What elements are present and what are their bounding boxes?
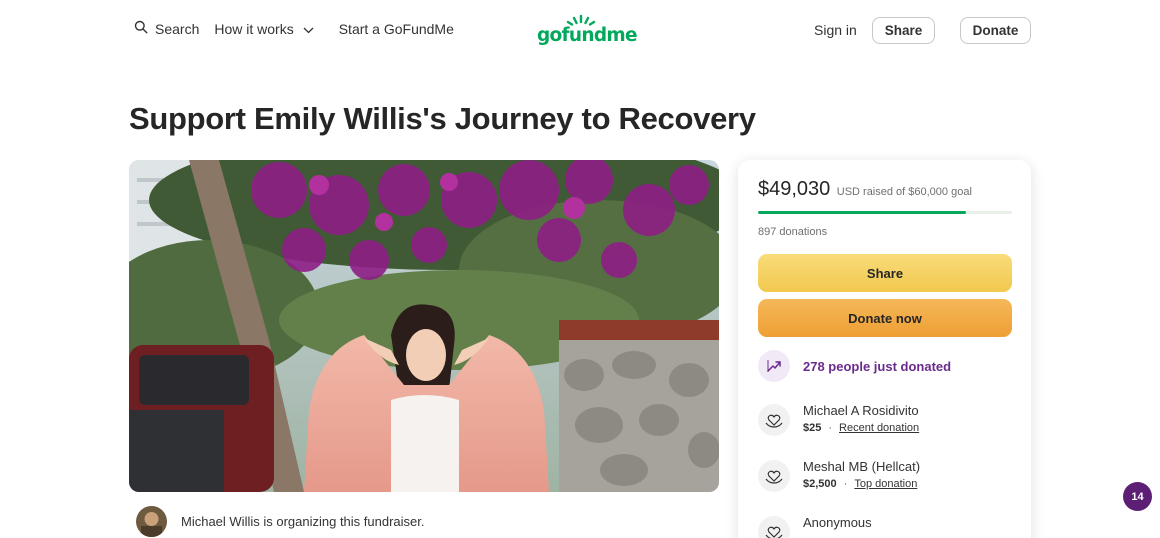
- search-label: Search: [155, 20, 200, 37]
- campaign-hero-image[interactable]: [129, 160, 719, 492]
- notification-badge[interactable]: 14: [1123, 482, 1152, 511]
- donor-item: Anonymous: [758, 515, 872, 538]
- donor-name: Meshal MB (Hellcat): [803, 459, 921, 474]
- raised-summary: $49,030 USD raised of $60,000 goal: [758, 178, 972, 201]
- donor-amount: $2,500: [803, 478, 837, 490]
- share-button[interactable]: Share: [758, 254, 1012, 292]
- header-share-button[interactable]: Share: [872, 17, 935, 44]
- chevron-down-icon: [294, 21, 314, 37]
- organizer-row: Michael Willis is organizing this fundra…: [136, 506, 424, 537]
- donation-card: $49,030 USD raised of $60,000 goal 897 d…: [738, 160, 1031, 538]
- donor-item: Meshal MB (Hellcat) $2,500 · Top donation: [758, 459, 920, 492]
- logo-text: gofundme: [537, 25, 638, 46]
- donor-heart-icon: [758, 516, 790, 538]
- trending-up-icon: [758, 350, 790, 382]
- site-header: Search How it works Start a GoFundMe gof…: [0, 0, 1160, 62]
- search-icon: [134, 20, 155, 37]
- trending-text: 278 people just donated: [803, 358, 952, 374]
- search-button[interactable]: Search: [134, 20, 199, 37]
- donate-now-button[interactable]: Donate now: [758, 299, 1012, 337]
- start-gofundme-link[interactable]: Start a GoFundMe: [339, 21, 454, 37]
- donor-heart-icon: [758, 460, 790, 492]
- donor-heart-icon: [758, 404, 790, 436]
- raised-amount: $49,030: [758, 178, 831, 200]
- campaign-title: Support Emily Willis's Journey to Recove…: [129, 101, 756, 136]
- organizer-avatar[interactable]: [136, 506, 167, 537]
- donor-tag-link[interactable]: Top donation: [854, 478, 917, 490]
- how-it-works-label: How it works: [214, 20, 294, 37]
- donor-item: Michael A Rosidivito $25 · Recent donation: [758, 403, 919, 436]
- header-nav: Search How it works Start a GoFundMe: [134, 20, 454, 37]
- trending-row: 278 people just donated: [758, 350, 951, 382]
- donations-count: 897 donations: [758, 226, 828, 238]
- donor-amount: $25: [803, 422, 822, 434]
- donor-name: Michael A Rosidivito: [803, 403, 919, 418]
- organizer-text: Michael Willis is organizing this fundra…: [181, 514, 425, 529]
- gofundme-logo[interactable]: gofundme: [537, 14, 638, 48]
- progress-bar: [758, 211, 1012, 214]
- sign-in-link[interactable]: Sign in: [814, 22, 857, 38]
- donor-tag-link[interactable]: Recent donation: [839, 422, 919, 434]
- progress-fill: [758, 211, 966, 214]
- donor-name: Anonymous: [803, 515, 872, 530]
- how-it-works-menu[interactable]: How it works: [214, 20, 314, 37]
- goal-text: USD raised of $60,000 goal: [836, 186, 972, 198]
- header-donate-button[interactable]: Donate: [960, 17, 1031, 44]
